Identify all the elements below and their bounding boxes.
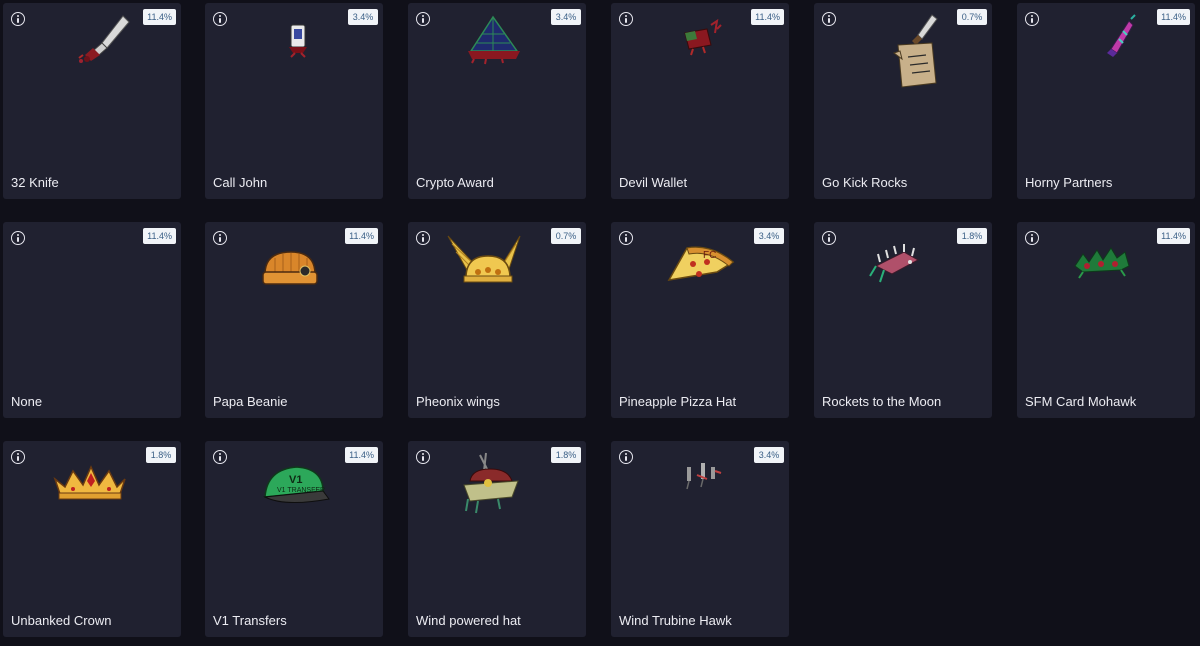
knife-icon <box>78 15 130 63</box>
trait-name: Crypto Award <box>416 175 494 190</box>
trait-card[interactable]: 1.8% Unbanked Crown <box>3 441 181 637</box>
trait-name: V1 Transfers <box>213 613 287 628</box>
beanie-icon <box>262 251 318 285</box>
trait-card[interactable]: 11.4% None <box>3 222 181 418</box>
trait-card[interactable]: 1.8% Wind powered hat <box>408 441 586 637</box>
trait-grid: 11.4% 32 Knife 3.4% Call John 3.4% Crypt… <box>0 0 1200 646</box>
windmill-hat-icon <box>463 452 519 514</box>
trait-name: Rockets to the Moon <box>822 394 942 409</box>
pizza-hat-icon: FC <box>667 246 735 281</box>
trait-name: Call John <box>213 175 268 190</box>
trait-name: Papa Beanie <box>213 394 288 409</box>
svg-text:V1: V1 <box>289 474 302 486</box>
phone-icon <box>289 24 307 58</box>
trait-name: Devil Wallet <box>619 175 688 190</box>
pyramid-award-icon <box>468 15 520 65</box>
cap-text: V1 TRANSFER <box>277 487 325 494</box>
trait-card[interactable]: 0.7% Pheonix wings <box>408 222 586 418</box>
trait-name: None <box>11 394 43 409</box>
trait-name: SFM Card Mohawk <box>1025 394 1137 409</box>
rockets-icon <box>869 244 920 283</box>
trait-name: Wind Trubine Hawk <box>619 613 732 628</box>
trait-name: 32 Knife <box>11 175 59 190</box>
horn-icon <box>1107 14 1136 57</box>
trait-name: Pineapple Pizza Hat <box>619 394 737 409</box>
trait-card[interactable]: 11.4% V1 V1 TRANSFER V1 Transfers <box>205 441 383 637</box>
wallet-icon <box>684 18 722 56</box>
cap-icon: V1 V1 TRANSFER <box>263 466 330 504</box>
trait-card[interactable]: 3.4% Crypto Award <box>408 3 586 199</box>
trait-name: Unbanked Crown <box>11 613 112 628</box>
trait-name: Wind powered hat <box>416 613 521 628</box>
trait-card[interactable]: 11.4% SFM Card Mohawk <box>1017 222 1195 418</box>
mohawk-icon <box>1074 247 1130 279</box>
info-icon[interactable] <box>11 231 25 245</box>
trait-card[interactable]: 3.4% Call John <box>205 3 383 199</box>
trait-card[interactable]: 11.4% 32 Knife <box>3 3 181 199</box>
trait-name: Go Kick Rocks <box>822 175 908 190</box>
turbine-icon <box>686 463 722 490</box>
trait-card[interactable]: 11.4% Devil Wallet <box>611 3 789 199</box>
trait-card[interactable]: 3.4% Wind Trubine Hawk <box>611 441 789 637</box>
trait-card[interactable]: 1.8% Rockets to the Moon <box>814 222 992 418</box>
trait-card[interactable]: 11.4% Papa Beanie <box>205 222 383 418</box>
trait-card[interactable]: 0.7% Go Kick Rocks <box>814 3 992 199</box>
trait-name: Horny Partners <box>1025 175 1113 190</box>
rarity-badge: 11.4% <box>143 228 176 244</box>
crown-icon <box>53 465 126 500</box>
trait-name: Pheonix wings <box>416 394 500 409</box>
sign-knife-icon <box>892 14 938 88</box>
trait-card[interactable]: 11.4% Horny Partners <box>1017 3 1195 199</box>
trait-card[interactable]: 3.4% FC Pineapple Pizza Hat <box>611 222 789 418</box>
winged-helmet-icon <box>447 235 521 283</box>
svg-text:FC: FC <box>703 250 716 261</box>
